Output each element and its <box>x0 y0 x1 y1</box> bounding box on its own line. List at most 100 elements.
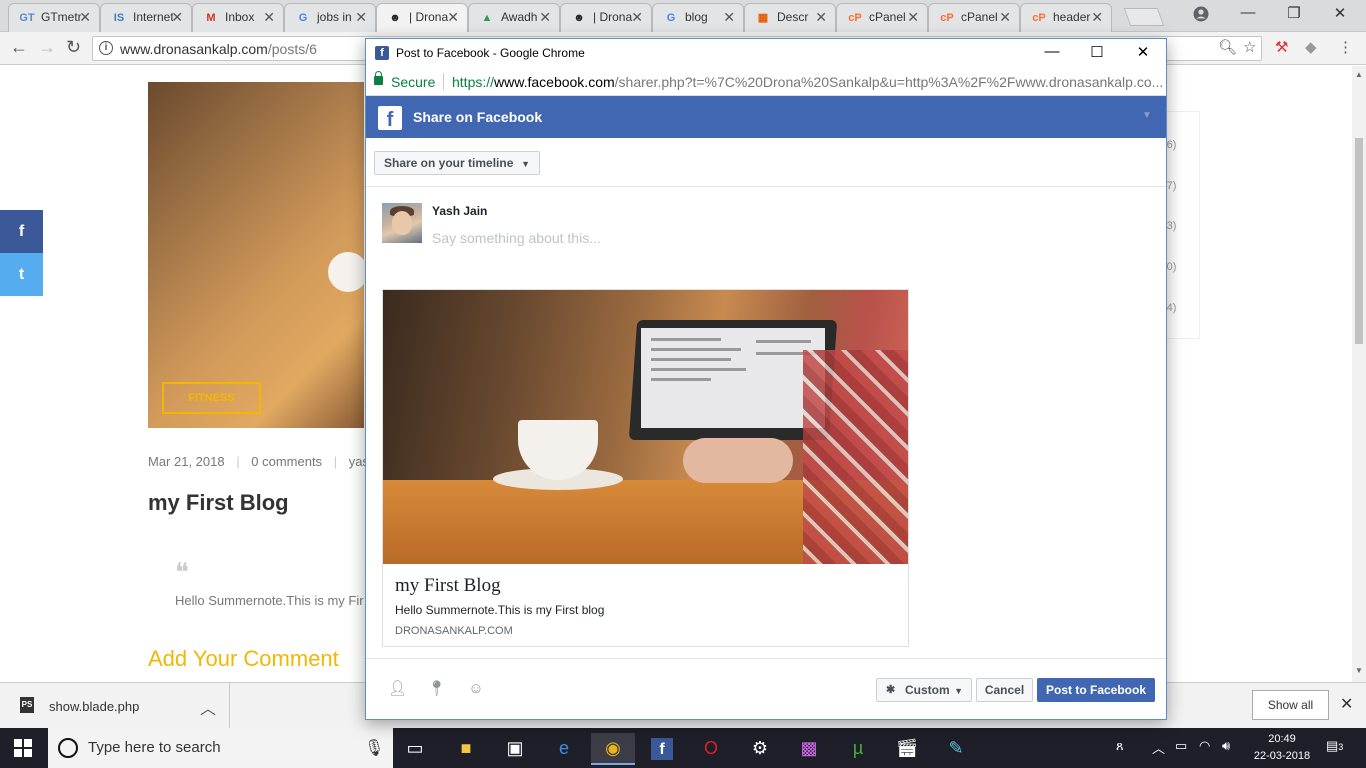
tab-close-icon[interactable]: ✕ <box>815 9 827 26</box>
battery-icon[interactable]: ▭ <box>1175 738 1187 754</box>
show-all-downloads-button[interactable]: Show all <box>1252 690 1329 720</box>
back-arrow-icon[interactable]: ← <box>10 37 28 58</box>
tab-close-icon[interactable]: ✕ <box>999 9 1011 26</box>
post-comments-link[interactable]: 0 comments <box>251 454 322 469</box>
tab-close-icon[interactable]: ✕ <box>907 9 919 26</box>
tab-close-icon[interactable]: ✕ <box>539 9 551 26</box>
browser-tab[interactable]: ☻ | Drona ✕ <box>560 3 652 32</box>
scroll-up-arrow-icon[interactable]: ▲ <box>1355 70 1363 79</box>
chrome-icon[interactable]: ◉ <box>591 733 635 765</box>
bookmark-star-icon[interactable]: ☆ <box>1243 38 1256 56</box>
windows-taskbar: Type here to search 🎙︎ ▭ ■ ▣ e ◉ f O ⚙ ▩… <box>0 728 1366 768</box>
tab-close-icon[interactable]: ✕ <box>79 9 91 26</box>
browser-tab[interactable]: GT GTmetrix✕ <box>8 3 100 32</box>
address-url[interactable]: www.dronasankalp.com/posts/6 <box>120 41 317 57</box>
post-to-facebook-button[interactable]: Post to Facebook <box>1037 678 1155 702</box>
share-message-input[interactable] <box>432 228 932 248</box>
close-downloads-icon[interactable]: ✕ <box>1340 694 1353 714</box>
tab-close-icon[interactable]: ✕ <box>447 9 459 26</box>
browser-tab[interactable]: ▲ Awadh ✕ <box>468 3 560 32</box>
profile-icon[interactable] <box>1193 6 1209 22</box>
browser-tab[interactable]: Gjobs in ✕ <box>284 3 376 32</box>
tag-friends-icon[interactable]: 👤︎ <box>388 680 407 698</box>
feeling-emoji-icon[interactable]: ☺ <box>467 680 485 698</box>
quote-icon: ❝ <box>175 558 189 588</box>
taskbar-search-placeholder: Type here to search <box>88 739 221 756</box>
popup-maximize-button[interactable]: ☐ <box>1077 43 1117 61</box>
forward-arrow-icon[interactable]: → <box>38 37 56 58</box>
tab-title: | Drona <box>409 10 449 24</box>
twitter-share-button[interactable]: t <box>0 253 43 296</box>
tab-close-icon[interactable]: ✕ <box>171 9 183 26</box>
edge-icon[interactable]: e <box>542 733 586 765</box>
browser-tab[interactable]: IS Internet ✕ <box>100 3 192 32</box>
tab-close-icon[interactable]: ✕ <box>1091 9 1103 26</box>
extension-shield-icon[interactable]: ◆ <box>1305 38 1317 56</box>
tab-close-icon[interactable]: ✕ <box>263 9 275 26</box>
tab-favicon-icon: cP <box>1032 12 1046 24</box>
browser-tab[interactable]: cP cPanel ✕ <box>836 3 928 32</box>
people-icon[interactable]: ጸ <box>1116 738 1124 754</box>
reload-icon[interactable]: ↻ <box>66 37 81 58</box>
header-caret-icon[interactable]: ▼ <box>1142 110 1152 121</box>
popup-url[interactable]: https://www.facebook.com/sharer.php?t=%7… <box>452 74 1162 90</box>
tab-close-icon[interactable]: ✕ <box>723 9 735 26</box>
user-name[interactable]: Yash Jain <box>432 204 487 218</box>
privacy-custom-button[interactable]: ✱ Custom ▼ <box>876 678 972 702</box>
post-hero-image <box>148 82 368 428</box>
link-preview-card[interactable]: my First Blog Hello Summernote.This is m… <box>382 289 909 647</box>
windows-start-icon[interactable] <box>14 739 32 757</box>
download-file-name[interactable]: show.blade.php <box>49 699 139 714</box>
browser-tab[interactable]: ☻ | Drona ✕ <box>376 3 468 32</box>
scroll-down-arrow-icon[interactable]: ▼ <box>1355 666 1363 675</box>
close-window-button[interactable]: ✕ <box>1320 4 1360 22</box>
microphone-icon[interactable]: 🎙︎ <box>364 738 384 758</box>
tray-chevron-up-icon[interactable]: ︿ <box>1152 738 1165 757</box>
opera-icon[interactable]: O <box>689 733 733 765</box>
browser-tab[interactable]: M Inbox ✕ <box>192 3 284 32</box>
facebook-share-button[interactable]: f <box>0 210 43 253</box>
scrollbar-thumb[interactable] <box>1355 138 1363 344</box>
taskbar-search-box[interactable]: Type here to search 🎙︎ <box>48 728 393 768</box>
wifi-icon[interactable]: ◠ <box>1199 738 1210 754</box>
chevron-up-icon[interactable]: ︿ <box>200 695 216 719</box>
tab-close-icon[interactable]: ✕ <box>631 9 643 26</box>
store-icon[interactable]: ▣ <box>493 733 537 765</box>
share-target-bar: Share on your timeline ▼ <box>366 138 1166 187</box>
cancel-button[interactable]: Cancel <box>976 678 1033 702</box>
extension-icon[interactable]: ⚒ <box>1275 38 1288 56</box>
video-editor-icon[interactable]: 🎬︎ <box>885 733 929 765</box>
volume-icon[interactable]: 🔊︎ <box>1222 738 1230 754</box>
popup-minimize-button[interactable]: — <box>1032 43 1072 60</box>
file-explorer-icon[interactable]: ■ <box>444 733 488 765</box>
download-item[interactable]: PS show.blade.php ︿ <box>0 683 230 729</box>
link-preview-title: my First Blog <box>395 575 501 596</box>
restore-window-button[interactable]: ❐ <box>1274 4 1314 22</box>
popup-address-bar[interactable]: Secure https://www.facebook.com/sharer.p… <box>366 68 1166 96</box>
facebook-app-icon[interactable]: f <box>640 733 684 765</box>
browser-tab[interactable]: cP cPanel ✕ <box>928 3 1020 32</box>
taskbar-clock[interactable]: 20:49 22-03-2018 <box>1252 731 1312 765</box>
tab-close-icon[interactable]: ✕ <box>355 9 367 26</box>
popup-close-button[interactable]: ✕ <box>1123 43 1163 61</box>
action-center-icon[interactable]: ▤3 <box>1326 738 1343 754</box>
task-view-icon[interactable]: ▭ <box>393 733 437 765</box>
new-tab-button[interactable] <box>1123 8 1165 26</box>
share-target-dropdown[interactable]: Share on your timeline ▼ <box>374 151 540 175</box>
browser-tab[interactable]: cP header ✕ <box>1020 3 1112 32</box>
category-badge[interactable]: FITNESS <box>162 382 261 414</box>
site-info-icon[interactable]: i <box>99 41 113 55</box>
page-scrollbar[interactable]: ▲ ▼ <box>1352 66 1366 688</box>
popup-titlebar[interactable]: f Post to Facebook - Google Chrome — ☐ ✕ <box>366 39 1166 68</box>
minimize-window-button[interactable]: — <box>1228 4 1268 21</box>
location-pin-icon[interactable]: 📍︎ <box>427 680 446 698</box>
phpstorm-icon[interactable]: ▩ <box>787 733 831 765</box>
link-preview-domain: DRONASANKALP.COM <box>395 625 513 637</box>
utorrent-icon[interactable]: µ <box>836 733 880 765</box>
browser-tab[interactable]: Gblog ✕ <box>652 3 744 32</box>
paint-icon[interactable]: ✎ <box>934 733 978 765</box>
settings-gear-icon[interactable]: ⚙ <box>738 733 782 765</box>
chrome-menu-icon[interactable]: ⋮ <box>1338 38 1353 56</box>
search-zoom-icon[interactable]: 🔍︎ <box>1218 38 1237 56</box>
browser-tab[interactable]: ▦ Descr ✕ <box>744 3 836 32</box>
